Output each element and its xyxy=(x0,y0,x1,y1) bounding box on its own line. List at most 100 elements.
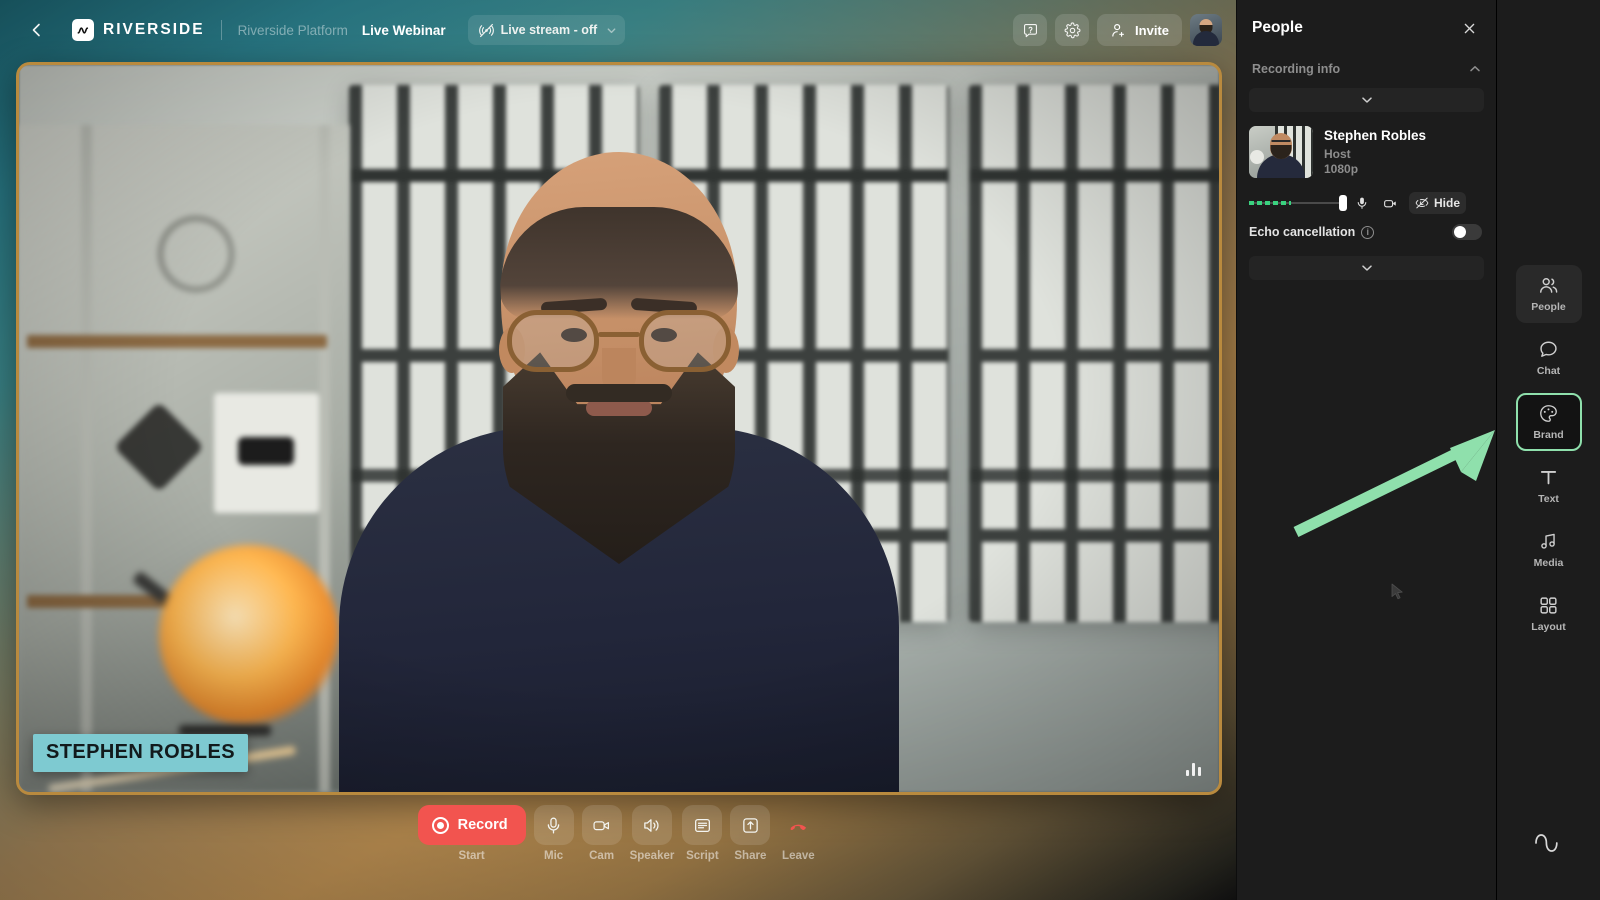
audio-waveform-button[interactable] xyxy=(1534,829,1564,858)
rail-label-text: Text xyxy=(1538,493,1559,505)
audio-level-meter xyxy=(1249,201,1291,205)
speaker-button-icon-wrap[interactable] xyxy=(632,805,672,845)
top-bar-actions: Invite xyxy=(1013,14,1222,46)
invite-button[interactable]: Invite xyxy=(1097,14,1182,46)
riverside-logo[interactable]: RIVERSIDE xyxy=(72,19,205,41)
thumbnail-glasses xyxy=(1272,140,1291,145)
participant-thumbnail xyxy=(1249,126,1313,178)
record-button[interactable]: Record Start xyxy=(418,805,526,862)
share-button[interactable]: Share xyxy=(730,805,770,862)
close-panel-button[interactable] xyxy=(1456,15,1482,41)
people-panel: People Recording info xyxy=(1236,0,1496,900)
right-tool-rail: People Chat Brand Text xyxy=(1496,0,1600,900)
recording-info-label: Recording info xyxy=(1252,62,1340,76)
leave-button[interactable]: Leave xyxy=(778,805,818,862)
people-icon xyxy=(1538,275,1559,296)
recording-info-section-header[interactable]: Recording info xyxy=(1237,56,1496,84)
participant-cam-button[interactable] xyxy=(1379,192,1401,214)
recording-info-expander[interactable] xyxy=(1249,88,1484,112)
rail-item-people[interactable]: People xyxy=(1516,265,1582,323)
workspace-name[interactable]: Riverside Platform xyxy=(238,23,348,38)
riverside-studio-window: RIVERSIDE Riverside Platform Live Webina… xyxy=(0,0,1600,900)
script-button-icon-wrap[interactable] xyxy=(682,805,722,845)
people-panel-bottom-expander[interactable] xyxy=(1249,256,1484,280)
camera-icon xyxy=(592,816,611,835)
leave-button-icon-wrap[interactable] xyxy=(778,805,818,845)
record-pill[interactable]: Record xyxy=(418,805,526,845)
share-label: Share xyxy=(734,850,766,862)
music-note-icon xyxy=(1538,531,1559,552)
participant-video-tile[interactable]: STEPHEN ROBLES xyxy=(16,62,1222,795)
rail-label-chat: Chat xyxy=(1537,365,1560,377)
info-icon[interactable]: i xyxy=(1361,226,1374,239)
rail-label-brand: Brand xyxy=(1533,429,1563,441)
sine-wave-icon xyxy=(1534,829,1564,853)
microphone-icon xyxy=(1355,196,1369,210)
riverside-wave-logo xyxy=(72,19,94,41)
participant-mic-button[interactable] xyxy=(1351,192,1373,214)
microphone-icon xyxy=(544,816,563,835)
people-panel-header: People xyxy=(1237,0,1496,56)
rail-label-people: People xyxy=(1531,301,1565,313)
mic-button[interactable]: Mic xyxy=(534,805,574,862)
audio-level-bars-icon xyxy=(1186,760,1201,776)
chevron-down-icon xyxy=(606,25,617,36)
mic-label: Mic xyxy=(544,850,563,862)
record-dot-icon xyxy=(432,817,449,834)
script-label: Script xyxy=(686,850,719,862)
record-sublabel: Start xyxy=(459,850,485,862)
recording-info-collapse-button[interactable] xyxy=(1468,62,1482,76)
project-title[interactable]: Live Webinar xyxy=(362,23,446,38)
record-label: Record xyxy=(458,817,508,833)
rail-item-layout[interactable]: Layout xyxy=(1516,585,1582,643)
participant-controls: Hide xyxy=(1237,188,1496,214)
live-stream-status-button[interactable]: Live stream - off xyxy=(468,15,626,45)
participant-role: Host xyxy=(1324,147,1426,161)
add-person-icon xyxy=(1110,22,1127,39)
wave-glyph-icon xyxy=(76,23,91,38)
camera-icon xyxy=(1383,196,1398,211)
logo-text: RIVERSIDE xyxy=(103,21,205,39)
help-button[interactable] xyxy=(1013,14,1047,46)
people-panel-title: People xyxy=(1252,19,1303,37)
rail-item-media[interactable]: Media xyxy=(1516,521,1582,579)
rail-item-text[interactable]: Text xyxy=(1516,457,1582,515)
volume-slider-knob[interactable] xyxy=(1339,195,1347,211)
video-vignette xyxy=(19,65,1219,792)
share-button-icon-wrap[interactable] xyxy=(730,805,770,845)
avatar[interactable] xyxy=(1190,14,1222,46)
settings-button[interactable] xyxy=(1055,14,1089,46)
layout-grid-icon xyxy=(1538,595,1559,616)
participant-list-item[interactable]: Stephen Robles Host 1080p xyxy=(1237,112,1496,188)
divider xyxy=(221,20,222,40)
toggle-knob xyxy=(1454,226,1466,238)
chevron-left-icon xyxy=(29,22,45,38)
echo-cancellation-row: Echo cancellation i xyxy=(1237,214,1496,240)
hide-label: Hide xyxy=(1434,196,1460,210)
script-icon xyxy=(693,816,712,835)
text-t-icon xyxy=(1538,467,1559,488)
participant-resolution: 1080p xyxy=(1324,162,1426,176)
hide-participant-button[interactable]: Hide xyxy=(1409,192,1466,214)
volume-slider[interactable] xyxy=(1249,195,1345,211)
script-button[interactable]: Script xyxy=(682,805,722,862)
eye-off-icon xyxy=(1415,196,1429,210)
invite-label: Invite xyxy=(1135,23,1169,38)
back-button[interactable] xyxy=(24,17,50,43)
echo-cancellation-toggle[interactable] xyxy=(1452,224,1482,240)
participant-name: Stephen Robles xyxy=(1324,127,1426,144)
top-bar: RIVERSIDE Riverside Platform Live Webina… xyxy=(0,0,1236,60)
speaker-button[interactable]: Speaker xyxy=(630,805,675,862)
mic-button-icon-wrap[interactable] xyxy=(534,805,574,845)
stage-area: RIVERSIDE Riverside Platform Live Webina… xyxy=(0,0,1236,900)
live-stream-label: Live stream - off xyxy=(501,23,598,37)
cam-label: Cam xyxy=(589,850,614,862)
rail-item-chat[interactable]: Chat xyxy=(1516,329,1582,387)
close-icon xyxy=(1462,21,1477,36)
rail-label-media: Media xyxy=(1534,557,1564,569)
chat-bubble-icon xyxy=(1538,339,1559,360)
chevron-down-icon xyxy=(1360,261,1374,275)
cam-button-icon-wrap[interactable] xyxy=(582,805,622,845)
rail-item-brand[interactable]: Brand xyxy=(1516,393,1582,451)
cam-button[interactable]: Cam xyxy=(582,805,622,862)
